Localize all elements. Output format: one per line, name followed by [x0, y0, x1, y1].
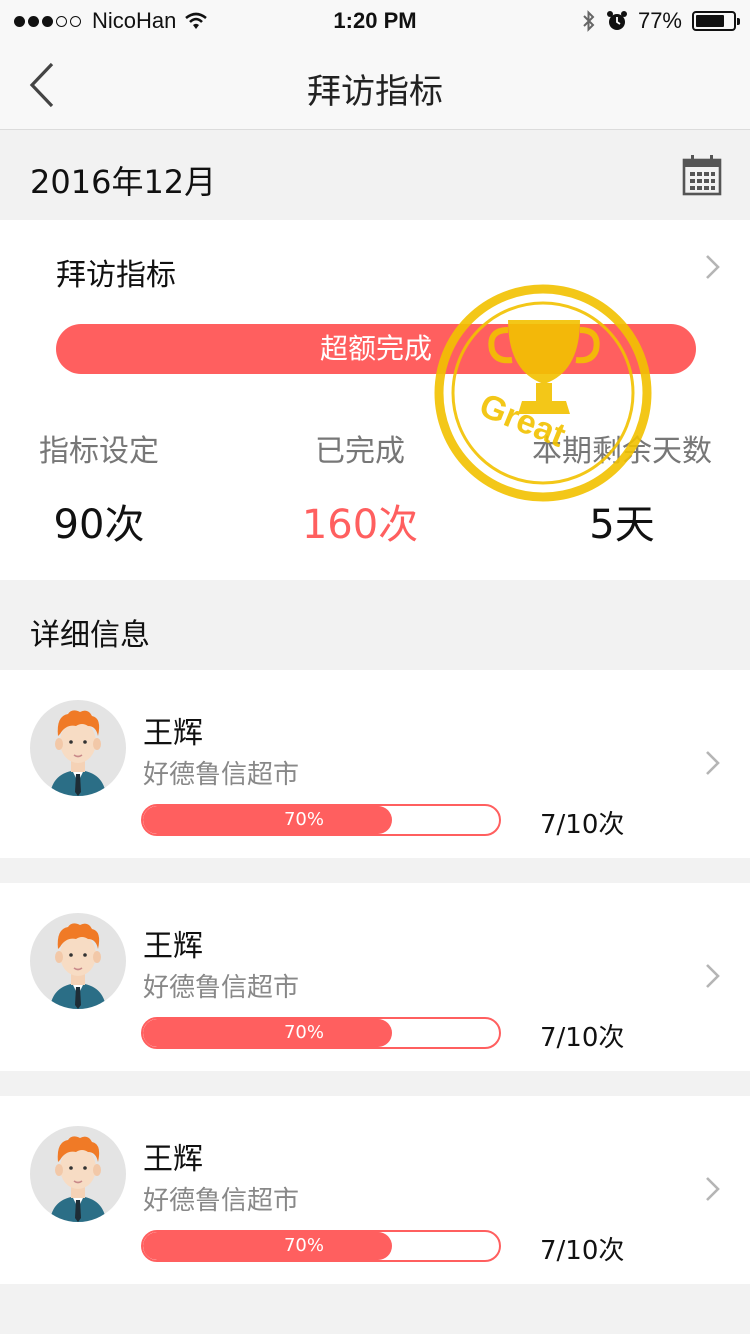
avatar-icon [50, 923, 106, 1009]
progress-label: 70% [283, 1235, 324, 1256]
person-name: 王辉 [143, 1142, 203, 1177]
avatar-icon [50, 1136, 106, 1222]
list-item[interactable]: 王辉好德鲁信超市 70% 7/10次 [0, 883, 750, 1071]
status-bar: NicoHan 1:20 PM 77% [0, 0, 750, 42]
visit-target-summary-card[interactable]: 拜访指标 超额完成 指标设定 90次 已完成 160次 本期剩余天数 5天 Gr… [0, 220, 750, 580]
chevron-right-icon[interactable] [702, 1174, 724, 1204]
person-name: 王辉 [143, 929, 203, 964]
stamp-text: Great [474, 386, 571, 455]
avatar [30, 1126, 126, 1222]
stat-completed: 已完成 160次 [290, 426, 430, 550]
avatar-icon [50, 710, 106, 796]
stat-label: 指标设定 [39, 434, 159, 469]
page-title: 拜访指标 [307, 72, 443, 112]
avatar [30, 913, 126, 1009]
list-item[interactable]: 王辉好德鲁信超市 70% 7/10次 [0, 670, 750, 858]
bluetooth-icon [583, 10, 595, 32]
month-label: 2016年12月 [30, 163, 217, 201]
visit-progress-bar: 70% [141, 804, 501, 836]
list-item[interactable]: 王辉好德鲁信超市 70% 7/10次 [0, 1096, 750, 1284]
alarm-icon [606, 11, 627, 30]
visit-count: 7/10次 [540, 1023, 625, 1053]
store-name: 好德鲁信超市 [143, 760, 300, 790]
stat-value: 160次 [301, 502, 419, 548]
summary-title: 拜访指标 [56, 258, 176, 293]
battery-percent: 77% [637, 8, 682, 33]
visit-count: 7/10次 [540, 1236, 625, 1266]
store-name: 好德鲁信超市 [143, 1186, 300, 1216]
progress-label: 70% [283, 1022, 324, 1043]
battery-icon [692, 11, 740, 31]
section-title: 详细信息 [30, 618, 150, 653]
month-selector: 2016年12月 [0, 130, 750, 220]
person-name: 王辉 [143, 716, 203, 751]
store-name: 好德鲁信超市 [143, 973, 300, 1003]
section-header-details: 详细信息 [0, 580, 750, 670]
chevron-right-icon[interactable] [702, 252, 724, 282]
navigation-bar: 拜访指标 [0, 42, 750, 130]
chevron-right-icon[interactable] [702, 961, 724, 991]
progress-label: 70% [283, 809, 324, 830]
great-trophy-stamp: Great [434, 284, 652, 502]
stat-value: 90次 [53, 502, 145, 548]
visit-progress-bar: 70% [141, 1230, 501, 1262]
visit-progress-bar: 70% [141, 1017, 501, 1049]
chevron-right-icon[interactable] [702, 748, 724, 778]
stat-label: 已完成 [315, 434, 405, 469]
stat-target: 指标设定 90次 [28, 426, 170, 550]
visit-count: 7/10次 [540, 810, 625, 840]
calendar-icon[interactable] [682, 154, 722, 196]
avatar [30, 700, 126, 796]
